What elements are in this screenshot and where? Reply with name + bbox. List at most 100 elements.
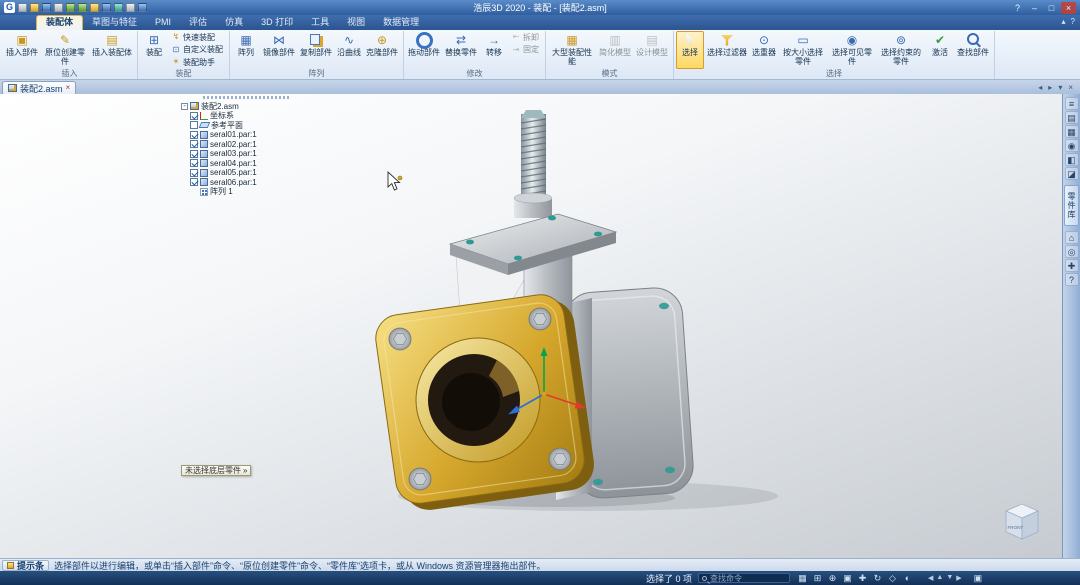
large-assembly-button[interactable]: ▦ 大型装配性能 bbox=[548, 31, 596, 69]
tree-item[interactable]: seral03.par:1 bbox=[181, 149, 311, 159]
select-button[interactable]: 选择 bbox=[676, 31, 704, 69]
duplicate-components-button[interactable]: 复制部件 bbox=[298, 31, 334, 69]
status-grid-icon[interactable]: ▦ bbox=[796, 572, 809, 585]
pan-right-icon[interactable]: ▶ bbox=[956, 574, 961, 582]
tree-expander-icon[interactable]: - bbox=[181, 102, 188, 110]
pan-tool-icon[interactable]: ✚ bbox=[1064, 259, 1079, 272]
find-component-button[interactable]: 查找部件 bbox=[955, 31, 991, 69]
visibility-checkbox[interactable] bbox=[190, 159, 198, 168]
rotate-view-icon[interactable]: ↻ bbox=[871, 572, 884, 585]
tree-item[interactable]: seral05.par:1 bbox=[181, 168, 311, 178]
customize-toolbar-icon[interactable] bbox=[138, 3, 147, 12]
clone-components-button[interactable]: ⊕ 克隆部件 bbox=[364, 31, 400, 69]
restore-button[interactable]: □ bbox=[1044, 2, 1059, 14]
camera-icon[interactable]: ◎ bbox=[1064, 245, 1079, 258]
document-tab[interactable]: 装配2.asm × bbox=[2, 81, 77, 94]
zoom-fit-icon[interactable] bbox=[102, 3, 111, 12]
simplified-model-button[interactable]: ▥ 简化模型 bbox=[597, 31, 633, 69]
view-styles-icon[interactable]: ◐ bbox=[901, 572, 914, 585]
tab-evaluate[interactable]: 评估 bbox=[180, 16, 216, 30]
pan-down-icon[interactable]: ▼ bbox=[946, 574, 953, 582]
visibility-checkbox[interactable] bbox=[190, 168, 198, 177]
visibility-checkbox[interactable] bbox=[190, 130, 198, 139]
save-icon[interactable] bbox=[42, 3, 51, 12]
fix-button[interactable]: ⇥ 固定 bbox=[509, 44, 542, 57]
tab-tools[interactable]: 工具 bbox=[302, 16, 338, 30]
tree-item[interactable]: seral02.par:1 bbox=[181, 140, 311, 150]
close-button[interactable]: × bbox=[1061, 1, 1076, 14]
tree-item[interactable]: 阵列 1 bbox=[181, 187, 311, 197]
zoom-window-icon[interactable]: ⊞ bbox=[811, 572, 824, 585]
tree-item[interactable]: seral01.par:1 bbox=[181, 130, 311, 140]
tree-root-item[interactable]: - 装配2.asm bbox=[181, 101, 311, 111]
assemble-button[interactable]: ⊞ 装配 bbox=[140, 31, 168, 69]
tree-item[interactable]: 参考平面 bbox=[181, 121, 311, 131]
app-logo-icon[interactable]: G bbox=[4, 2, 15, 13]
command-search-input[interactable]: 查找命令 bbox=[698, 573, 791, 583]
pan-icon[interactable]: ✚ bbox=[856, 572, 869, 585]
visibility-checkbox[interactable] bbox=[190, 149, 198, 158]
tab-simulation[interactable]: 仿真 bbox=[216, 16, 252, 30]
design-model-button[interactable]: ▤ 设计模型 bbox=[634, 31, 670, 69]
home-view-icon[interactable]: ⌂ bbox=[1064, 231, 1079, 244]
help-button[interactable]: ? bbox=[1010, 2, 1025, 14]
minimize-button[interactable]: – bbox=[1027, 2, 1042, 14]
3d-viewport[interactable]: - 装配2.asm 坐标系 参考平面 seral01.par:1 seral02… bbox=[0, 94, 1062, 558]
along-curve-button[interactable]: ∿ 沿曲线 bbox=[335, 31, 363, 69]
mirror-components-button[interactable]: ⋈ 镜像部件 bbox=[261, 31, 297, 69]
create-in-place-button[interactable]: ✎ 原位创建零件 bbox=[41, 31, 89, 69]
insert-assembly-button[interactable]: ▤ 插入装配体 bbox=[90, 31, 134, 69]
insert-part-button[interactable]: ▣ 插入部件 bbox=[4, 31, 40, 69]
visibility-checkbox[interactable] bbox=[190, 140, 198, 149]
open-icon[interactable] bbox=[30, 3, 39, 12]
common-views-icon[interactable]: ◇ bbox=[886, 572, 899, 585]
tab-view[interactable]: 视图 bbox=[338, 16, 374, 30]
parts-library-tab[interactable]: 零件库 bbox=[1064, 185, 1079, 226]
panel-help-icon[interactable]: ? bbox=[1064, 273, 1079, 286]
tab-pmi[interactable]: PMI bbox=[146, 16, 180, 30]
scroll-tabs-right-icon[interactable]: ▸ bbox=[1048, 83, 1052, 92]
sensors-icon[interactable]: ◉ bbox=[1064, 139, 1079, 152]
assembly-assistant-button[interactable]: ✶ 装配助手 bbox=[169, 56, 226, 69]
visibility-checkbox[interactable] bbox=[190, 178, 198, 187]
window-list-icon[interactable]: ▾ bbox=[1058, 83, 1062, 92]
visibility-checkbox[interactable] bbox=[190, 111, 198, 120]
display-toggle-icon[interactable]: ▣ bbox=[974, 573, 983, 584]
selection-hint-chip[interactable]: 未选择底层零件 » bbox=[181, 465, 252, 476]
tab-3d-print[interactable]: 3D 打印 bbox=[252, 16, 302, 30]
tab-sketch-features[interactable]: 草图与特征 bbox=[83, 16, 146, 30]
ribbon-help-icon[interactable]: ? bbox=[1071, 17, 1075, 27]
tree-item[interactable]: 坐标系 bbox=[181, 111, 311, 121]
select-visible-button[interactable]: ◉ 选择可见零件 bbox=[828, 31, 876, 69]
tab-assembly[interactable]: 装配体 bbox=[36, 15, 84, 30]
select-constrained-button[interactable]: ⊚ 选择约束的零件 bbox=[877, 31, 925, 69]
simplify-icon[interactable]: ◧ bbox=[1064, 153, 1079, 166]
visibility-checkbox[interactable] bbox=[190, 121, 198, 130]
section-icon[interactable]: ◪ bbox=[1064, 167, 1079, 180]
select-set-button[interactable]: ⊙ 选重器 bbox=[750, 31, 778, 69]
select-tool-icon[interactable] bbox=[90, 3, 99, 12]
select-by-size-button[interactable]: ▭ 按大小选择零件 bbox=[779, 31, 827, 69]
new-document-icon[interactable] bbox=[18, 3, 27, 12]
detach-button[interactable]: ⇤ 拆卸 bbox=[509, 31, 542, 44]
scroll-tabs-left-icon[interactable]: ◂ bbox=[1038, 83, 1042, 92]
settings-icon[interactable] bbox=[126, 3, 135, 12]
custom-assemble-button[interactable]: ⊡ 自定义装配 bbox=[169, 44, 226, 57]
close-document-icon[interactable]: × bbox=[1068, 83, 1073, 92]
minimize-ribbon-icon[interactable]: ▴ bbox=[1062, 17, 1066, 27]
shaded-view-icon[interactable] bbox=[114, 3, 123, 12]
panel-grip[interactable] bbox=[203, 96, 289, 99]
zoom-icon[interactable]: ⊕ bbox=[826, 572, 839, 585]
pan-left-icon[interactable]: ◀ bbox=[928, 574, 933, 582]
pattern-button[interactable]: ▦ 阵列 bbox=[232, 31, 260, 69]
pan-up-icon[interactable]: ▲ bbox=[936, 574, 943, 582]
replace-part-button[interactable]: ⇄ 替换零件 bbox=[443, 31, 479, 69]
undo-icon[interactable] bbox=[66, 3, 75, 12]
tree-item[interactable]: seral04.par:1 bbox=[181, 159, 311, 169]
transfer-button[interactable]: → 转移 bbox=[480, 31, 508, 69]
drag-component-button[interactable]: 拖动部件 bbox=[406, 31, 442, 69]
fit-view-icon[interactable]: ▣ bbox=[841, 572, 854, 585]
flashfit-button[interactable]: ↯ 快速装配 bbox=[169, 31, 226, 44]
redo-icon[interactable] bbox=[78, 3, 87, 12]
activate-button[interactable]: ✔ 激活 bbox=[926, 31, 954, 69]
